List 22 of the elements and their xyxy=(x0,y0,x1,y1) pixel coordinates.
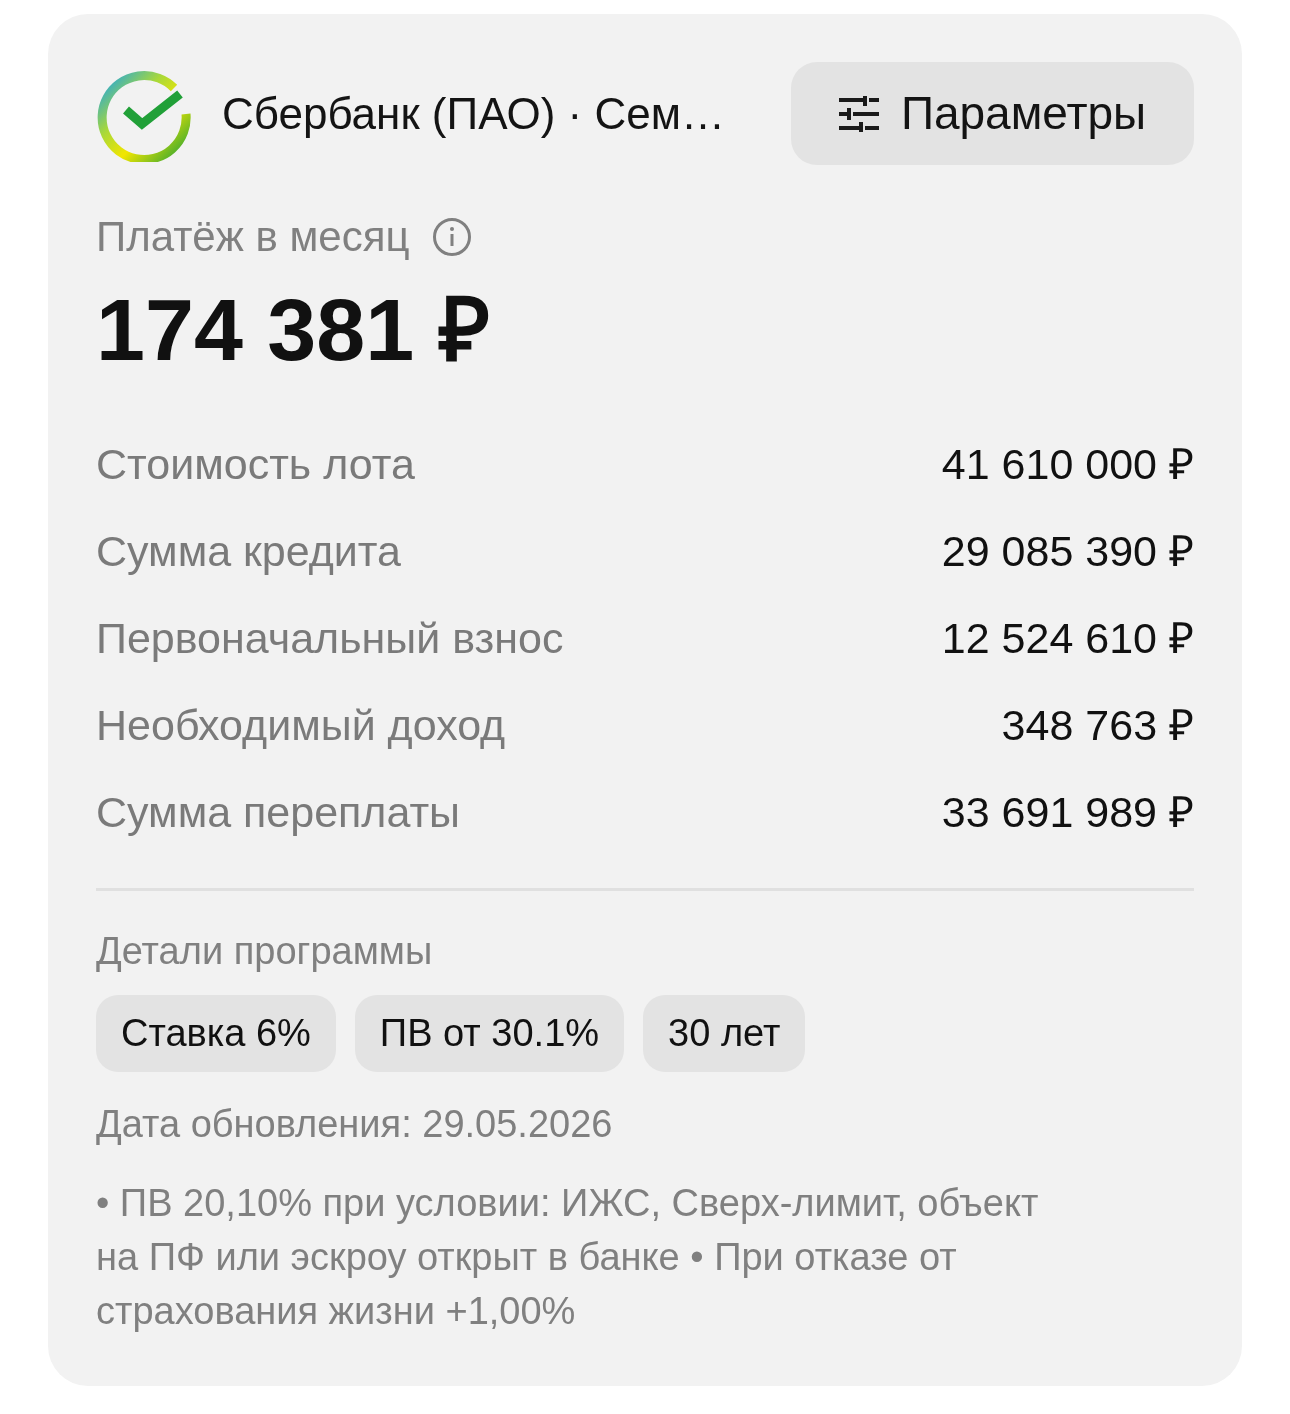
detail-label: Сумма кредита xyxy=(96,525,401,577)
parameters-button[interactable]: Параметры xyxy=(791,62,1194,165)
detail-label: Необходимый доход xyxy=(96,699,506,751)
program-tag: 30 лет xyxy=(643,995,806,1072)
program-tag: ПВ от 30.1% xyxy=(354,995,625,1072)
detail-value: 348 763 ₽ xyxy=(1001,699,1194,751)
program-title: Детали программы xyxy=(96,929,433,974)
info-icon[interactable] xyxy=(431,217,472,257)
detail-value: 12 524 610 ₽ xyxy=(941,612,1194,664)
detail-label: Сумма переплаты xyxy=(96,786,461,838)
detail-value: 41 610 000 ₽ xyxy=(941,438,1194,490)
bank-name: Сбербанк (ПАО) · Сем… xyxy=(222,87,725,140)
payment-label: Платёж в месяц xyxy=(96,212,410,262)
detail-value: 33 691 989 ₽ xyxy=(941,786,1194,838)
detail-label: Первоначальный взнос xyxy=(96,612,564,664)
update-date: Дата обновления: 29.05.2026 xyxy=(96,1102,613,1147)
detail-label: Стоимость лота xyxy=(96,438,415,490)
program-tag: Ставка 6% xyxy=(96,995,336,1072)
sliders-icon xyxy=(838,95,879,132)
detail-value: 29 085 390 ₽ xyxy=(941,525,1194,577)
conditions-note: • ПВ 20,10% при условии: ИЖС, Сверх-лимит, объект на ПФ или эскроу открыт в банке • При отказе от страхования жизни +1,00% xyxy=(96,1181,1040,1334)
payment-amount: 174 381 ₽ xyxy=(96,280,490,380)
